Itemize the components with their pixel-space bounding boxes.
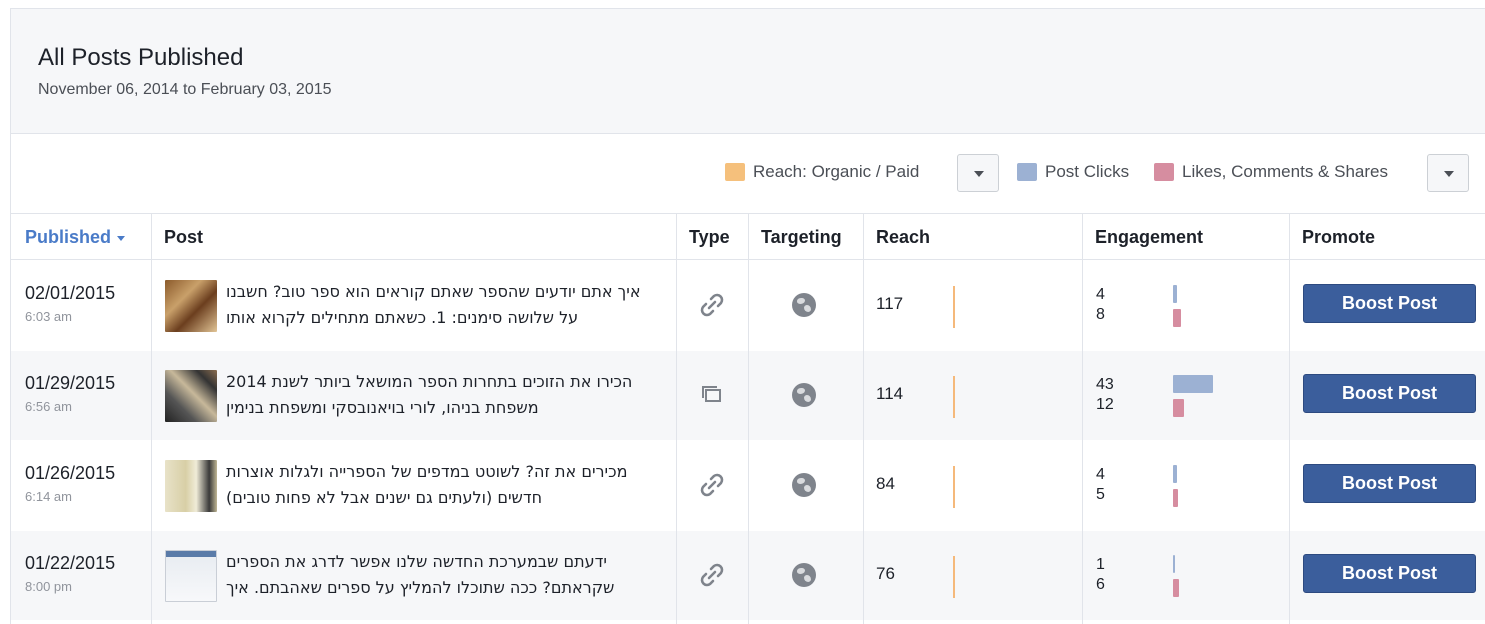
column-targeting: Targeting <box>761 227 842 247</box>
engagement-values: 45 <box>1096 465 1105 505</box>
posts-panel: All Posts Published November 06, 2014 to… <box>10 8 1485 624</box>
reach-bar <box>953 376 955 418</box>
link-icon <box>696 469 728 501</box>
reach-value: 117 <box>876 294 904 313</box>
published-date: 01/29/2015 <box>25 373 116 393</box>
globe-icon <box>792 473 816 497</box>
published-time: 6:03 am <box>25 309 72 324</box>
post-thumbnail[interactable] <box>165 460 217 512</box>
reach-value: 84 <box>876 474 895 493</box>
globe-icon <box>792 563 816 587</box>
published-date: 01/26/2015 <box>25 463 116 483</box>
clicks-swatch <box>1017 163 1037 181</box>
album-icon <box>696 379 728 411</box>
sort-caret-icon <box>117 235 126 241</box>
post-clicks-bar <box>1173 375 1213 393</box>
reach-bar <box>953 286 955 328</box>
post-clicks-bar <box>1173 465 1177 483</box>
post-clicks-value: 4 <box>1096 286 1105 303</box>
engagement-metric-dropdown[interactable] <box>1427 154 1469 192</box>
column-divider <box>1082 213 1083 624</box>
link-icon <box>696 559 728 591</box>
likes-comments-shares-value: 12 <box>1096 396 1114 413</box>
published-date: 02/01/2015 <box>25 283 116 303</box>
reach-bar <box>953 466 955 508</box>
post-thumbnail[interactable] <box>165 280 217 332</box>
post-thumbnail[interactable] <box>165 550 217 602</box>
panel-title: All Posts Published <box>38 44 244 71</box>
post-clicks-bar <box>1173 285 1177 303</box>
globe-icon <box>792 383 816 407</box>
legend-likes-label: Likes, Comments & Shares <box>1182 162 1388 181</box>
boost-post-button[interactable]: Boost Post <box>1303 374 1476 413</box>
boost-post-button[interactable]: Boost Post <box>1303 284 1476 323</box>
reach-swatch <box>725 163 745 181</box>
column-divider <box>863 213 864 624</box>
panel-header: All Posts Published November 06, 2014 to… <box>11 9 1485 134</box>
column-divider <box>151 213 152 624</box>
likes-swatch <box>1154 163 1174 181</box>
globe-icon <box>792 293 816 317</box>
reach-value: 76 <box>876 564 895 583</box>
post-clicks-value: 43 <box>1096 376 1114 393</box>
reach-value: 114 <box>876 384 904 403</box>
column-divider <box>676 213 677 624</box>
legend-reach-label: Reach: Organic / Paid <box>753 162 920 181</box>
column-engagement: Engagement <box>1095 227 1204 247</box>
likes-comments-shares-value: 6 <box>1096 576 1105 593</box>
column-divider <box>748 213 749 624</box>
likes-bar <box>1173 309 1181 327</box>
legend-reach: Reach: Organic / Paid <box>725 161 919 183</box>
column-post: Post <box>164 227 204 247</box>
published-time: 8:00 pm <box>25 579 72 594</box>
column-reach: Reach <box>876 227 931 247</box>
column-type: Type <box>689 227 730 247</box>
likes-bar <box>1173 489 1178 507</box>
post-text[interactable]: הכירו את הזוכים בתחרות הספר המושאל ביותר… <box>226 369 659 421</box>
engagement-values: 16 <box>1096 555 1105 595</box>
likes-bar <box>1173 399 1184 417</box>
reach-bar <box>953 556 955 598</box>
published-time: 6:56 am <box>25 399 72 414</box>
boost-post-button[interactable]: Boost Post <box>1303 464 1476 503</box>
engagement-values: 48 <box>1096 285 1105 325</box>
date-range: November 06, 2014 to February 03, 2015 <box>38 81 332 98</box>
legend-clicks: Post Clicks <box>1017 161 1129 183</box>
published-date: 01/22/2015 <box>25 553 116 573</box>
boost-post-button[interactable]: Boost Post <box>1303 554 1476 593</box>
post-clicks-value: 1 <box>1096 556 1105 573</box>
likes-bar <box>1173 579 1179 597</box>
post-text[interactable]: ידעתם שבמערכת החדשה שלנו אפשר לדרג את הס… <box>226 549 659 601</box>
column-published-label: Published <box>25 227 112 247</box>
likes-comments-shares-value: 5 <box>1096 486 1105 503</box>
post-clicks-value: 4 <box>1096 466 1105 483</box>
published-time: 6:14 am <box>25 489 72 504</box>
post-clicks-bar <box>1173 555 1175 573</box>
engagement-values: 43 12 <box>1096 375 1114 415</box>
column-divider <box>1289 213 1290 624</box>
legend-likes: Likes, Comments & Shares <box>1154 161 1388 183</box>
post-text[interactable]: איך אתם יודעים שהספר שאתם קוראים הוא ספר… <box>226 279 659 331</box>
post-text[interactable]: מכירים את זה? לשוטט במדפים של הספרייה ול… <box>226 459 659 511</box>
link-icon <box>696 289 728 321</box>
metrics-legend: Reach: Organic / Paid Post Clicks Likes,… <box>11 135 1485 213</box>
likes-comments-shares-value: 8 <box>1096 306 1105 323</box>
post-thumbnail[interactable] <box>165 370 217 422</box>
column-promote: Promote <box>1302 227 1376 247</box>
column-published[interactable]: Published <box>25 214 126 260</box>
reach-metric-dropdown[interactable] <box>957 154 999 192</box>
legend-clicks-label: Post Clicks <box>1045 162 1130 181</box>
